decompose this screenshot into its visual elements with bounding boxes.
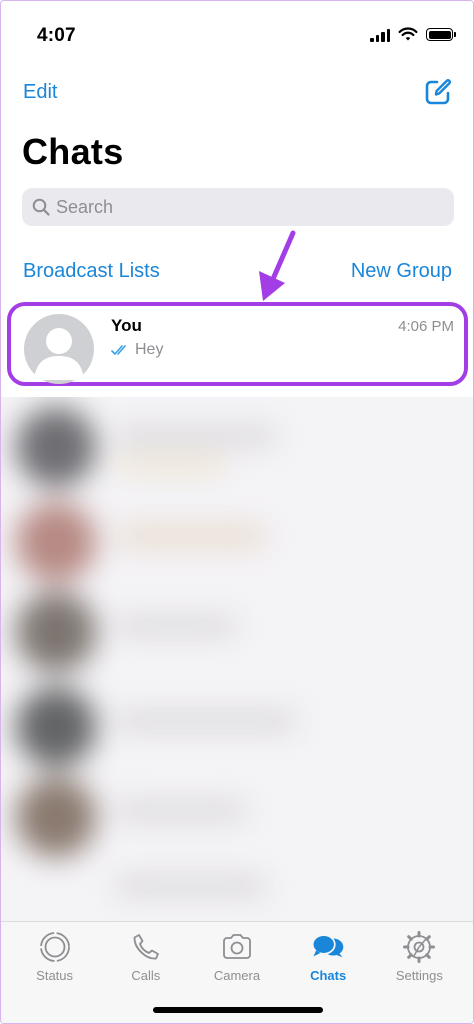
blurred-chat-list [1,397,473,922]
status-icon [38,930,72,964]
edit-button[interactable]: Edit [23,81,57,104]
home-indicator [153,1007,323,1013]
chat-preview: Hey [111,341,163,359]
tab-label: Settings [395,968,443,983]
search-icon [32,198,50,216]
camera-icon [220,930,254,964]
chat-name: You [111,316,142,335]
tab-label: Chats [310,968,347,983]
tab-label: Calls [131,968,161,983]
status-bar: 4:07 [1,1,473,71]
tab-settings[interactable]: Settings [377,930,461,1023]
new-group-link[interactable]: New Group [351,260,452,283]
status-time: 4:07 [37,25,76,46]
arrow-annotation [259,230,296,301]
chat-preview-text: Hey [135,341,164,358]
phone-icon [129,930,163,964]
avatar [24,314,94,384]
broadcast-lists-link[interactable]: Broadcast Lists [23,260,160,283]
status-icons [370,27,456,42]
tab-status[interactable]: Status [13,930,97,1023]
phone-screen: 4:07 Edit Chats Broadcast Lists [0,0,474,1024]
gear-icon [402,930,436,964]
list-actions: Broadcast Lists New Group [23,260,452,283]
chat-row-you[interactable]: You 4:06 PM Hey [7,302,468,386]
tab-label: Camera [213,968,261,983]
double-check-icon [111,345,126,355]
compose-icon[interactable] [423,77,453,107]
chats-icon [311,930,345,964]
search-bar[interactable] [22,188,454,226]
battery-icon [426,28,456,41]
signal-icon [370,28,390,42]
tab-label: Status [36,968,74,983]
search-input[interactable] [56,196,436,218]
page-title: Chats [22,131,124,172]
chat-time: 4:06 PM [398,318,454,335]
wifi-icon [398,27,418,41]
